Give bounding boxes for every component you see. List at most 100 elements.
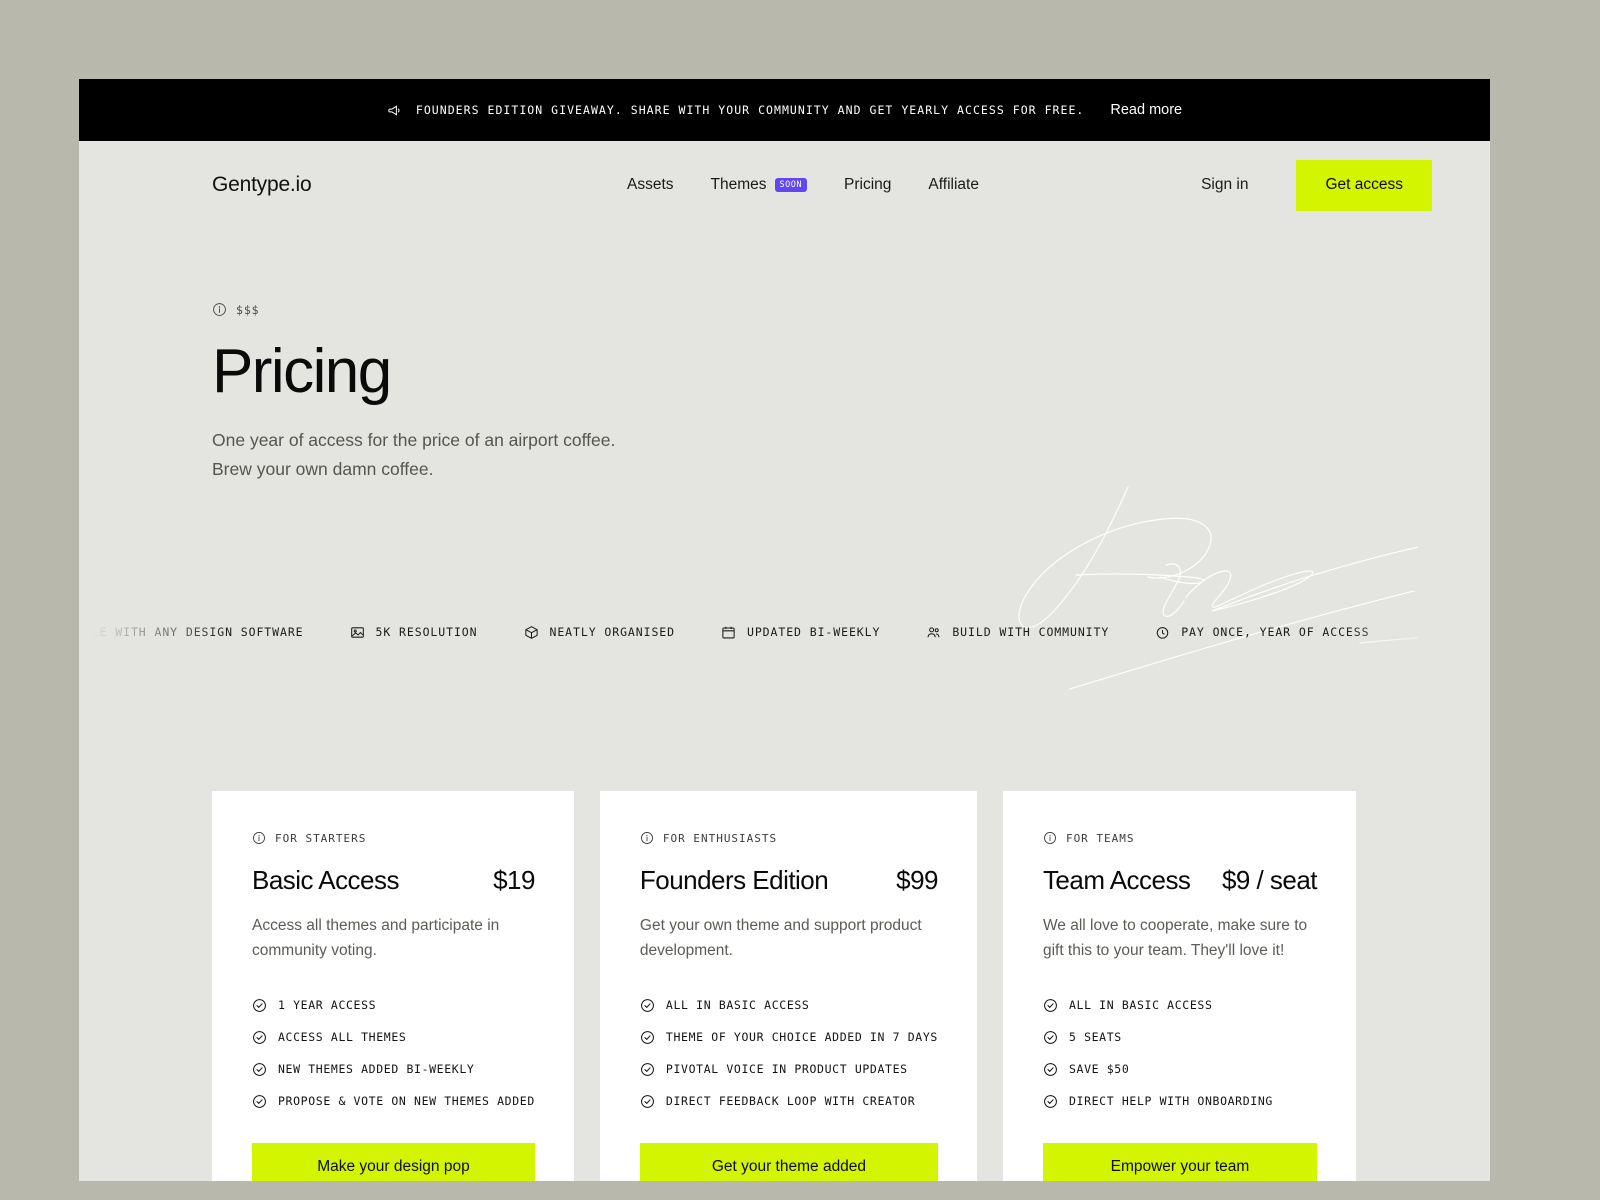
card-feature-list: ALL IN BASIC ACCESS THEME OF YOUR CHOICE… xyxy=(640,998,938,1109)
feature-item: DIRECT HELP WITH ONBOARDING xyxy=(1043,1094,1317,1109)
feature-strip-label: PAY ONCE, YEAR OF ACCESS xyxy=(1181,625,1370,639)
feature-item: ALL IN BASIC ACCESS xyxy=(640,998,938,1013)
card-feature-list: 1 YEAR ACCESS ACCESS ALL THEMES NEW THEM… xyxy=(252,998,535,1109)
check-circle-icon xyxy=(1043,1062,1058,1077)
hero-subtitle-line-1: One year of access for the price of an a… xyxy=(212,430,616,451)
nav-item-themes[interactable]: Themes SOON xyxy=(711,176,808,194)
check-circle-icon xyxy=(252,1062,267,1077)
feature-strip-item: COMPATIBLE WITH ANY DESIGN SOFTWARE xyxy=(79,625,304,640)
card-eyebrow-label: FOR TEAMS xyxy=(1065,831,1135,845)
feature-label: PROPOSE & VOTE ON NEW THEMES ADDED xyxy=(278,1094,535,1109)
feature-item: DIRECT FEEDBACK LOOP WITH CREATOR xyxy=(640,1094,938,1109)
info-icon xyxy=(212,302,227,317)
feature-item: PIVOTAL VOICE IN PRODUCT UPDATES xyxy=(640,1062,938,1077)
feature-label: SAVE $50 xyxy=(1068,1062,1130,1077)
box-icon xyxy=(524,625,539,640)
card-eyebrow: FOR ENTHUSIASTS xyxy=(640,831,938,845)
page-title: Pricing xyxy=(212,337,392,406)
hero-subtitle-line-2: Brew your own damn coffee. xyxy=(212,458,434,479)
sign-in-link[interactable]: Sign in xyxy=(1201,176,1248,194)
feature-strip: COMPATIBLE WITH ANY DESIGN SOFTWARE 5K R… xyxy=(79,610,1490,654)
feature-label: ACCESS ALL THEMES xyxy=(278,1030,407,1045)
clock-icon xyxy=(1155,625,1170,640)
feature-item: 5 SEATS xyxy=(1043,1030,1317,1045)
feature-strip-label: BUILD WITH COMMUNITY xyxy=(952,625,1110,639)
pricing-card-basic: FOR STARTERS Basic Access $19 Access all… xyxy=(212,791,574,1181)
megaphone-icon xyxy=(387,103,402,118)
feature-strip-label: COMPATIBLE WITH ANY DESIGN SOFTWARE xyxy=(79,625,304,639)
check-circle-icon xyxy=(1043,998,1058,1013)
feature-label: ALL IN BASIC ACCESS xyxy=(665,998,810,1013)
hero-eyebrow: $$$ xyxy=(212,302,1490,317)
card-header: Team Access $9 / seat xyxy=(1042,865,1318,896)
nav-links: Assets Themes SOON Pricing Affiliate xyxy=(627,141,979,229)
pricing-card-founders: FOR ENTHUSIASTS Founders Edition $99 Get… xyxy=(599,791,977,1181)
logo[interactable]: Gentype.io xyxy=(212,173,312,197)
check-circle-icon xyxy=(1043,1030,1058,1045)
feature-label: ALL IN BASIC ACCESS xyxy=(1068,998,1213,1013)
main-navigation: Gentype.io Assets Themes SOON Pricing Af… xyxy=(79,141,1490,229)
pricing-cards: FOR STARTERS Basic Access $19 Access all… xyxy=(79,654,1490,1181)
info-icon xyxy=(252,831,266,845)
feature-strip-label: 5K RESOLUTION xyxy=(375,625,478,639)
check-circle-icon xyxy=(640,998,655,1013)
nav-item-label: Themes xyxy=(710,176,767,193)
feature-item: SAVE $50 xyxy=(1043,1062,1317,1077)
feature-item: ALL IN BASIC ACCESS xyxy=(1043,998,1317,1013)
announcement-bar: FOUNDERS EDITION GIVEAWAY. SHARE WITH YO… xyxy=(79,79,1490,141)
feature-item: THEME OF YOUR CHOICE ADDED IN 7 DAYS xyxy=(640,1030,938,1045)
check-circle-icon xyxy=(252,998,267,1013)
pricing-card-team: FOR TEAMS Team Access $9 / seat We all l… xyxy=(1002,791,1356,1181)
card-price: $19 xyxy=(493,865,535,895)
nav-item-pricing[interactable]: Pricing xyxy=(844,176,891,194)
feature-label: DIRECT HELP WITH ONBOARDING xyxy=(1068,1094,1273,1109)
nav-item-affiliate[interactable]: Affiliate xyxy=(928,176,979,194)
feature-strip-item: BUILD WITH COMMUNITY xyxy=(926,625,1109,640)
feature-strip-label: UPDATED BI-WEEKLY xyxy=(747,625,881,639)
card-cta-button[interactable]: Make your design pop xyxy=(252,1142,535,1181)
page-root: FOUNDERS EDITION GIVEAWAY. SHARE WITH YO… xyxy=(79,79,1490,1181)
hero-eyebrow-text: $$$ xyxy=(236,302,260,317)
nav-item-assets[interactable]: Assets xyxy=(627,176,674,194)
feature-label: 1 YEAR ACCESS xyxy=(278,998,377,1013)
card-description: We all love to cooperate, make sure to g… xyxy=(1042,917,1308,959)
get-access-button[interactable]: Get access xyxy=(1296,159,1432,211)
users-icon xyxy=(926,625,941,640)
nav-item-label: Pricing xyxy=(844,176,892,193)
feature-label: THEME OF YOUR CHOICE ADDED IN 7 DAYS xyxy=(665,1030,938,1045)
nav-item-label: Affiliate xyxy=(928,176,979,193)
check-circle-icon xyxy=(252,1030,267,1045)
card-eyebrow: FOR STARTERS xyxy=(252,831,535,845)
card-title: Team Access xyxy=(1042,865,1191,895)
info-icon xyxy=(1043,831,1057,845)
info-icon xyxy=(640,831,654,845)
feature-item: 1 YEAR ACCESS xyxy=(252,998,535,1013)
feature-strip-track: COMPATIBLE WITH ANY DESIGN SOFTWARE 5K R… xyxy=(79,610,1369,654)
image-icon xyxy=(350,625,365,640)
card-eyebrow-label: FOR ENTHUSIASTS xyxy=(662,831,778,845)
nav-item-label: Assets xyxy=(627,176,674,193)
card-header: Founders Edition $99 xyxy=(639,865,939,896)
check-circle-icon xyxy=(1043,1094,1058,1109)
card-cta-button[interactable]: Get your theme added xyxy=(639,1142,938,1181)
card-description: Get your own theme and support product d… xyxy=(639,917,922,959)
card-description: Access all themes and participate in com… xyxy=(252,917,500,959)
card-title: Basic Access xyxy=(252,865,399,895)
feature-item: ACCESS ALL THEMES xyxy=(252,1030,535,1045)
check-circle-icon xyxy=(252,1094,267,1109)
card-title: Founders Edition xyxy=(639,865,829,895)
feature-strip-item: PAY ONCE, YEAR OF ACCESS xyxy=(1155,625,1369,640)
feature-label: NEW THEMES ADDED BI-WEEKLY xyxy=(278,1062,475,1077)
feature-label: 5 SEATS xyxy=(1068,1030,1122,1045)
calendar-icon xyxy=(721,625,736,640)
soon-badge: SOON xyxy=(774,178,808,192)
feature-strip-item: UPDATED BI-WEEKLY xyxy=(721,625,880,640)
read-more-link[interactable]: Read more xyxy=(1110,102,1182,118)
feature-label: PIVOTAL VOICE IN PRODUCT UPDATES xyxy=(665,1062,908,1077)
card-eyebrow: FOR TEAMS xyxy=(1043,831,1317,845)
card-cta-button[interactable]: Empower your team xyxy=(1042,1142,1317,1181)
feature-strip-label: NEATLY ORGANISED xyxy=(549,625,675,639)
nav-actions: Sign in Get access xyxy=(1201,141,1432,229)
check-circle-icon xyxy=(640,1062,655,1077)
announcement-text: FOUNDERS EDITION GIVEAWAY. SHARE WITH YO… xyxy=(415,103,1085,117)
